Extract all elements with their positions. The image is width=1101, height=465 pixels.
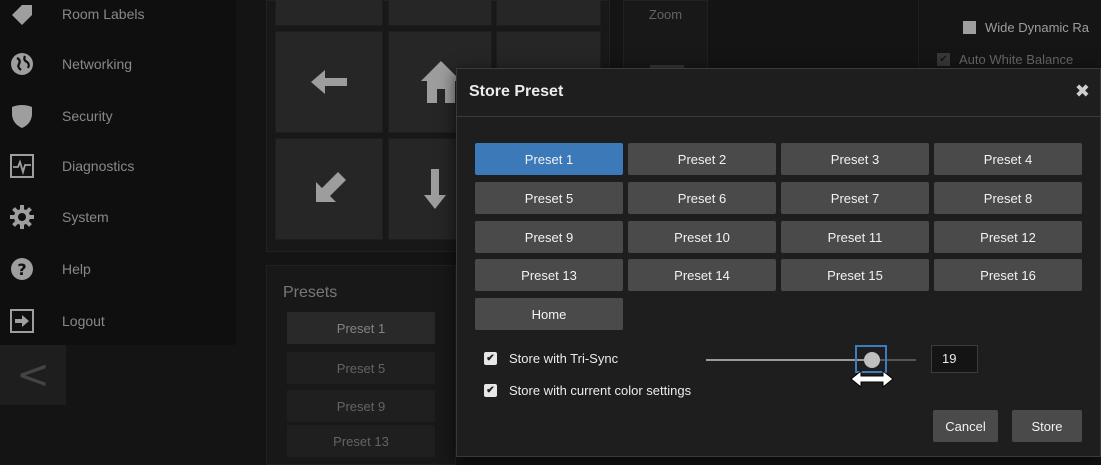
cancel-button[interactable]: Cancel [933, 410, 998, 442]
preset-6-button[interactable]: Preset 6 [628, 182, 776, 214]
preset-2-button[interactable]: Preset 2 [628, 143, 776, 175]
preset-13-button[interactable]: Preset 13 [475, 259, 623, 291]
preset-5-button[interactable]: Preset 5 [475, 182, 623, 214]
preset-3-button[interactable]: Preset 3 [781, 143, 929, 175]
color-settings-label: Store with current color settings [509, 383, 692, 398]
slider-knob [864, 352, 880, 368]
preset-1-button[interactable]: Preset 1 [475, 143, 623, 175]
preset-11-button[interactable]: Preset 11 [781, 221, 929, 253]
home-preset-button[interactable]: Home [475, 298, 623, 330]
preset-15-button[interactable]: Preset 15 [781, 259, 929, 291]
store-button[interactable]: Store [1012, 410, 1082, 442]
tri-sync-label: Store with Tri-Sync [509, 351, 619, 366]
horizontal-resize-cursor-icon [850, 369, 894, 389]
preset-7-button[interactable]: Preset 7 [781, 182, 929, 214]
preset-12-button[interactable]: Preset 12 [934, 221, 1082, 253]
store-preset-dialog: Store Preset ✖ Preset 1 Preset 2 Preset … [456, 68, 1101, 457]
slider-fill [706, 359, 872, 361]
color-settings-option[interactable]: ✔ Store with current color settings [484, 383, 691, 398]
preset-14-button[interactable]: Preset 14 [628, 259, 776, 291]
tri-sync-checkbox[interactable]: ✔ [484, 352, 497, 365]
close-icon[interactable]: ✖ [1075, 81, 1090, 102]
dialog-title: Store Preset [469, 83, 564, 100]
preset-10-button[interactable]: Preset 10 [628, 221, 776, 253]
tri-sync-option[interactable]: ✔ Store with Tri-Sync [484, 351, 618, 366]
preset-4-button[interactable]: Preset 4 [934, 143, 1082, 175]
dialog-header: Store Preset ✖ [457, 69, 1100, 117]
preset-16-button[interactable]: Preset 16 [934, 259, 1082, 291]
preset-8-button[interactable]: Preset 8 [934, 182, 1082, 214]
tri-sync-speed-input[interactable]: 19 [931, 345, 978, 373]
color-settings-checkbox[interactable]: ✔ [484, 384, 497, 397]
preset-9-button[interactable]: Preset 9 [475, 221, 623, 253]
